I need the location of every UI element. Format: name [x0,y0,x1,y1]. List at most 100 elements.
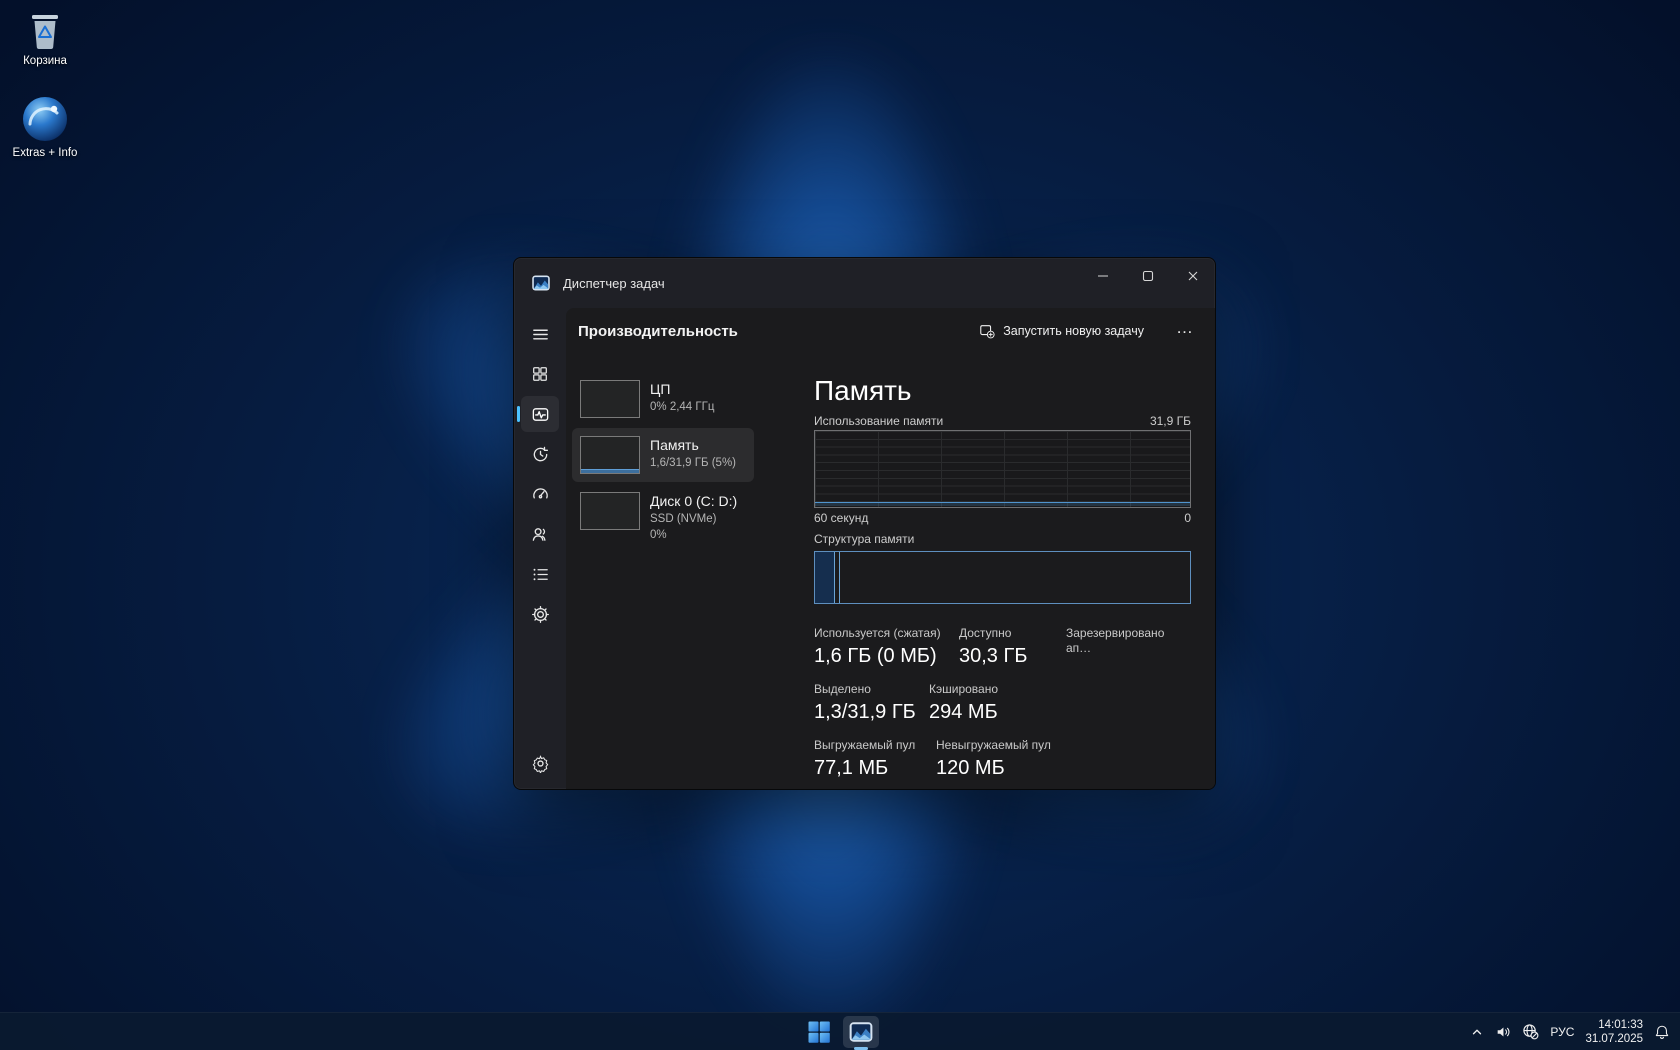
sidebar-item-processes[interactable] [521,356,559,392]
desktop-icon-recycle-bin[interactable]: Корзина [2,8,88,67]
perf-item-name: Память [650,436,736,454]
perf-item-name: Диск 0 (C: D:) [650,492,737,510]
users-icon [531,525,550,544]
performance-list: ЦП 0% 2,44 ГГц Память 1,6/31,9 ГБ (5%) Д… [566,354,756,790]
bell-icon [1654,1024,1670,1040]
usage-chart-label: Использование памяти [814,414,943,428]
task-manager-window: Диспетчер задач [513,257,1216,790]
window-controls [1080,258,1215,294]
memory-title: Память [814,374,1191,408]
taskbar-task-manager-button[interactable] [843,1016,879,1048]
memory-composition-bar [814,551,1191,604]
details-icon [531,565,550,584]
stat-available: Доступно 30,3 ГБ [959,626,1066,668]
sidebar-item-settings[interactable] [521,745,559,781]
globe-no-internet-icon [1522,1023,1539,1040]
new-task-icon [979,323,995,339]
perf-item-detail: 1,6/31,9 ГБ (5%) [650,456,736,470]
sidebar-item-app-history[interactable] [521,436,559,472]
taskbar-center [0,1013,1680,1050]
memory-in-use-segment [815,552,835,603]
sidebar-item-services[interactable] [521,596,559,632]
window-titlebar[interactable]: Диспетчер задач [514,258,1215,308]
selected-indicator [517,406,520,422]
task-manager-taskbar-icon [848,1019,874,1045]
close-icon [1187,270,1199,282]
desktop-icon-extras-info[interactable]: Extras + Info [2,94,88,159]
windows-start-icon [807,1020,831,1044]
time-zero-label: 0 [1184,511,1191,525]
menu-button[interactable] [521,316,559,352]
stat-committed: Выделено 1,3/31,9 ГБ [814,682,929,724]
recycle-bin-icon [25,8,65,52]
perf-item-memory[interactable]: Память 1,6/31,9 ГБ (5%) [572,428,754,482]
header-actions: Запустить новую задачу … [969,317,1201,345]
perf-item-name: ЦП [650,380,714,398]
page-title: Производительность [578,323,738,340]
stat-paged-pool: Выгружаемый пул 77,1 МБ [814,738,936,780]
stat-hardware-reserved: Зарезервировано ап… [1066,626,1191,668]
system-tray: РУС 14:01:33 31.07.2025 [1470,1013,1670,1050]
tray-date: 31.07.2025 [1585,1032,1643,1046]
desktop-icon-label: Extras + Info [13,147,78,159]
cpu-mini-graph [580,380,640,418]
content-header: Производительность Запустить новую задач… [566,308,1215,354]
memory-segment-divider [839,552,840,603]
stat-in-use: Используется (сжатая) 1,6 ГБ (0 МБ) [814,626,959,668]
tray-time: 14:01:33 [1598,1018,1643,1032]
sidebar-item-startup-apps[interactable] [521,476,559,512]
network-button[interactable] [1522,1023,1539,1040]
stat-non-paged-pool: Невыгружаемый пул 120 МБ [936,738,1059,780]
tray-overflow-button[interactable] [1470,1025,1484,1039]
desktop-icon-label: Корзина [23,55,67,67]
performance-page: ЦП 0% 2,44 ГГц Память 1,6/31,9 ГБ (5%) Д… [566,354,1215,790]
sidebar-item-performance[interactable] [521,396,559,432]
disk-mini-graph [580,492,640,530]
perf-item-detail: SSD (NVMe) [650,512,737,526]
maximize-button[interactable] [1125,258,1170,294]
notifications-bell-button[interactable] [1654,1024,1670,1040]
stat-cached: Кэшировано 294 МБ [929,682,1006,724]
memory-capacity-label: 31,9 ГБ [1150,414,1191,428]
close-button[interactable] [1170,258,1215,294]
time-span-label: 60 секунд [814,511,868,525]
volume-button[interactable] [1495,1024,1511,1040]
more-options-button[interactable]: … [1168,319,1201,343]
taskbar: РУС 14:01:33 31.07.2025 [0,1012,1680,1050]
sidebar-item-details[interactable] [521,556,559,592]
startup-apps-icon [531,485,550,504]
run-new-task-label: Запустить новую задачу [1003,324,1144,338]
memory-composition-label: Структура памяти [814,532,1191,546]
menu-icon [531,325,550,344]
navigation-rail [514,308,566,789]
memory-mini-graph [580,436,640,474]
extras-info-icon [20,94,70,144]
processes-icon [531,365,549,383]
window-title: Диспетчер задач [563,276,665,291]
run-new-task-button[interactable]: Запустить новую задачу [969,317,1154,345]
minimize-icon [1097,270,1109,282]
sidebar-item-users[interactable] [521,516,559,552]
app-history-icon [531,445,550,464]
performance-icon [531,405,550,424]
perf-item-detail: 0% 2,44 ГГц [650,400,714,414]
memory-details-pane: Память Использование памяти 31,9 ГБ 60 с… [756,354,1215,790]
perf-item-cpu[interactable]: ЦП 0% 2,44 ГГц [572,372,754,426]
chevron-up-icon [1470,1025,1484,1039]
minimize-button[interactable] [1080,258,1125,294]
services-icon [531,605,550,624]
memory-usage-line [815,502,1190,506]
content-panel: Производительность Запустить новую задач… [566,308,1215,789]
settings-gear-icon [531,754,550,773]
perf-item-disk[interactable]: Диск 0 (C: D:) SSD (NVMe) 0% [572,484,754,550]
memory-usage-graph [814,430,1191,508]
speaker-icon [1495,1024,1511,1040]
active-app-indicator [854,1047,868,1050]
memory-stats: Используется (сжатая) 1,6 ГБ (0 МБ) Дост… [814,626,1191,780]
taskbar-clock[interactable]: 14:01:33 31.07.2025 [1585,1018,1643,1046]
maximize-icon [1142,270,1154,282]
task-manager-app-icon [531,273,551,293]
perf-item-detail2: 0% [650,528,737,542]
start-button[interactable] [801,1016,837,1048]
language-indicator[interactable]: РУС [1550,1025,1574,1039]
